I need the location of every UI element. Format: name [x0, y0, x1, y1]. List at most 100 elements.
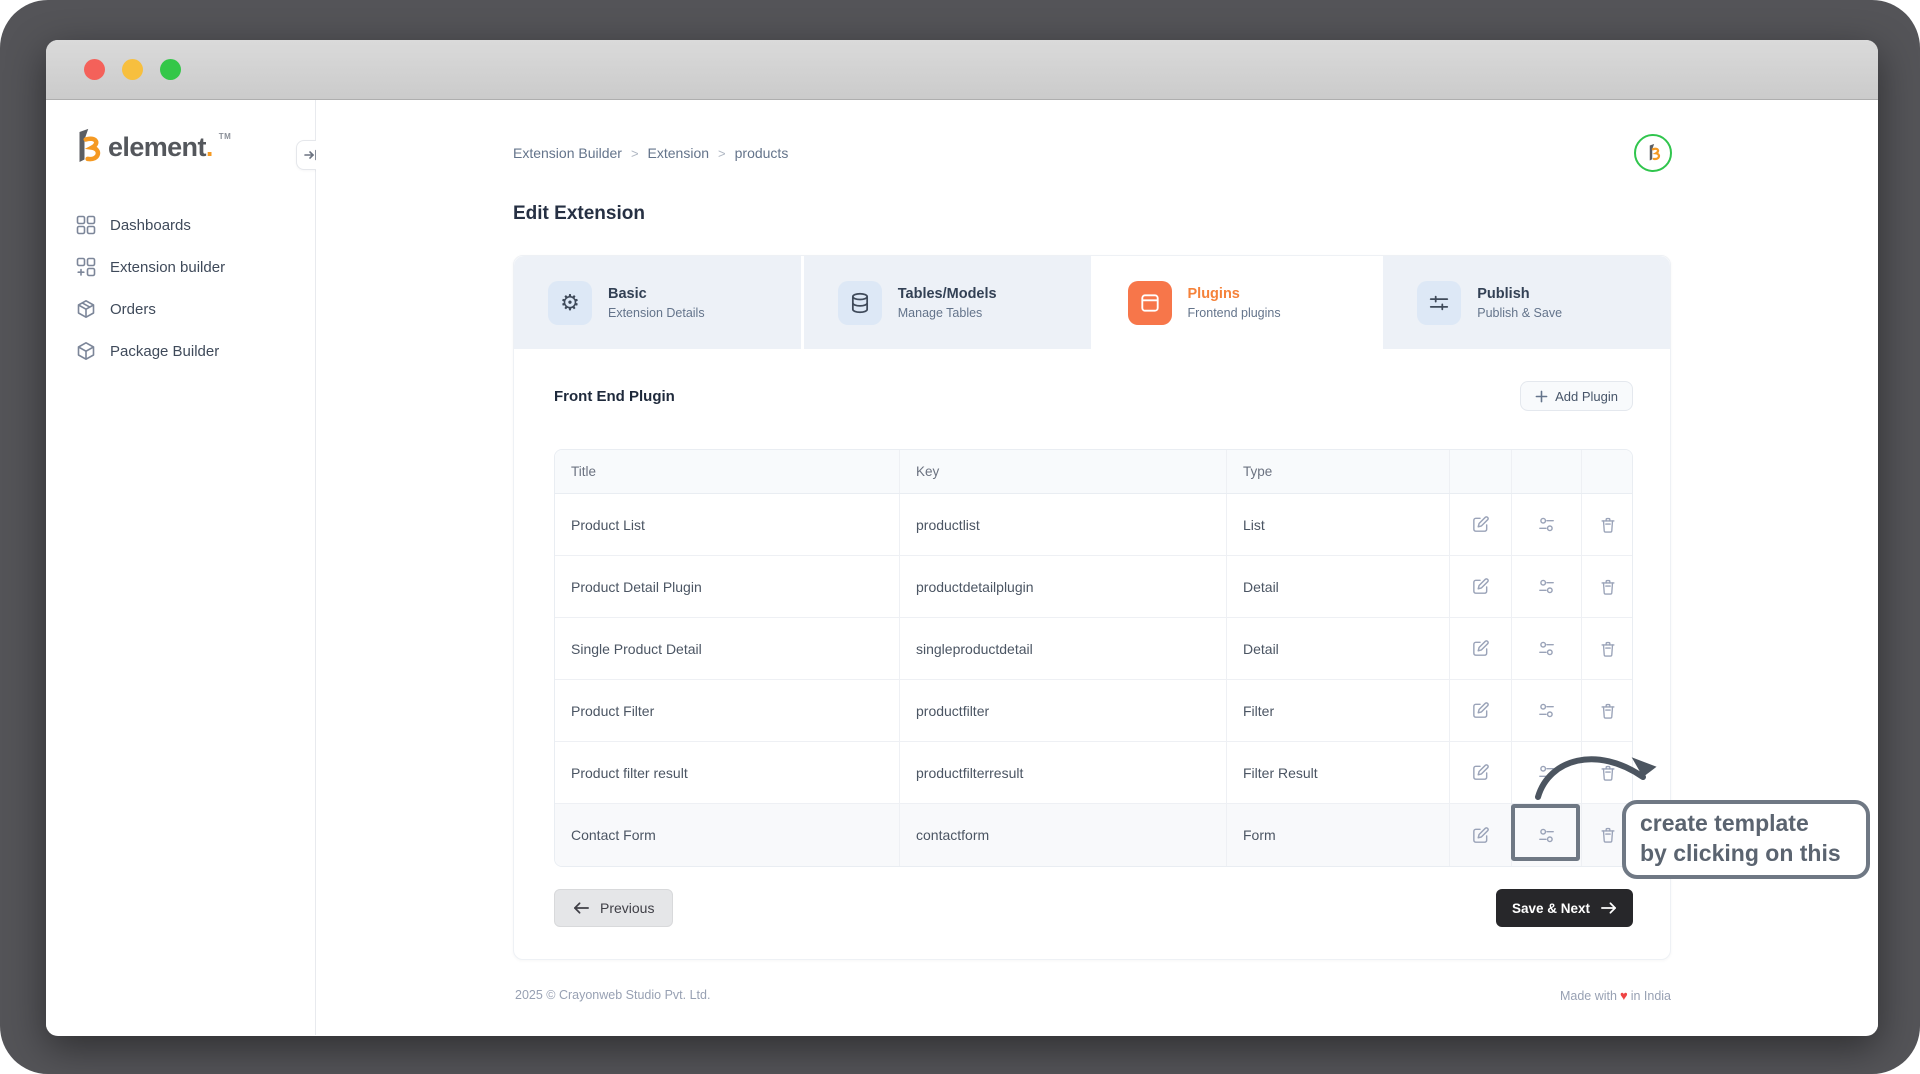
tab-subtitle: Frontend plugins	[1188, 306, 1281, 320]
database-icon	[838, 281, 882, 325]
breadcrumb-extension[interactable]: Extension	[648, 145, 709, 161]
edit-icon	[1471, 515, 1490, 534]
cell-type: List	[1226, 494, 1449, 555]
orders-box-icon	[76, 299, 96, 319]
add-plugin-label: Add Plugin	[1555, 389, 1618, 404]
create-template-button[interactable]	[1511, 618, 1581, 679]
sidebar-item-label: Package Builder	[110, 343, 219, 360]
create-template-button[interactable]	[1511, 742, 1581, 803]
user-avatar[interactable]	[1634, 134, 1672, 172]
tab-subtitle: Publish & Save	[1477, 306, 1562, 320]
edit-icon	[1471, 639, 1490, 658]
browser-window-icon	[1128, 281, 1172, 325]
front-end-plugin-heading: Front End Plugin	[554, 388, 675, 405]
settings-sliders-icon	[1537, 577, 1556, 596]
sidebar: element. TM Dashboards	[46, 100, 316, 1035]
column-header-actions	[1581, 450, 1633, 493]
close-window-button[interactable]	[84, 59, 105, 80]
heart-icon: ♥	[1617, 988, 1631, 1003]
table-row: Product List productlist List	[555, 494, 1632, 556]
add-plugin-button[interactable]: Add Plugin	[1520, 381, 1633, 411]
tab-subtitle: Extension Details	[608, 306, 705, 320]
edit-icon	[1471, 763, 1490, 782]
cell-key: contactform	[899, 804, 1226, 866]
edit-plugin-button[interactable]	[1449, 680, 1511, 741]
sliders-icon	[1417, 281, 1461, 325]
arrow-right-icon	[1600, 901, 1617, 915]
tab-basic[interactable]: ⚙ Basic Extension Details	[514, 256, 801, 349]
minimize-window-button[interactable]	[122, 59, 143, 80]
save-next-label: Save & Next	[1512, 901, 1590, 916]
create-template-button-highlighted[interactable]	[1511, 804, 1581, 866]
edit-plugin-button[interactable]	[1449, 804, 1511, 866]
dashboard-grid-icon	[76, 215, 96, 235]
edit-plugin-button[interactable]	[1449, 556, 1511, 617]
annotation-line2: by clicking on this	[1640, 838, 1852, 868]
page-title: Edit Extension	[513, 203, 645, 225]
breadcrumb-products[interactable]: products	[735, 145, 789, 161]
previous-button[interactable]: Previous	[554, 889, 673, 927]
delete-plugin-button[interactable]	[1581, 556, 1633, 617]
cell-type: Form	[1226, 804, 1449, 866]
trash-icon	[1599, 702, 1617, 720]
cell-key: productfilterresult	[899, 742, 1226, 803]
app-window: element. TM Dashboards	[46, 40, 1878, 1036]
tab-tables-models[interactable]: Tables/Models Manage Tables	[804, 256, 1091, 349]
breadcrumb: Extension Builder > Extension > products	[513, 145, 788, 161]
cell-key: productfilter	[899, 680, 1226, 741]
gear-icon: ⚙	[548, 281, 592, 325]
tab-title: Basic	[608, 285, 705, 304]
sidebar-item-extension-builder[interactable]: Extension builder	[46, 246, 315, 288]
annotation-callout: create template by clicking on this	[1622, 800, 1870, 879]
step-tabs: ⚙ Basic Extension Details	[514, 256, 1670, 349]
column-header-type: Type	[1226, 450, 1449, 493]
arrow-left-icon	[573, 901, 590, 915]
cell-title: Product Detail Plugin	[555, 556, 899, 617]
avatar-brand-icon	[1646, 143, 1661, 163]
cell-title: Product Filter	[555, 680, 899, 741]
sidebar-item-label: Dashboards	[110, 217, 191, 234]
edit-plugin-button[interactable]	[1449, 618, 1511, 679]
trash-icon	[1599, 764, 1617, 782]
main-area: Extension Builder > Extension > products…	[316, 100, 1878, 1035]
cell-type: Detail	[1226, 618, 1449, 679]
sidebar-item-package-builder[interactable]: Package Builder	[46, 330, 315, 372]
delete-plugin-button[interactable]	[1581, 742, 1633, 803]
breadcrumb-separator: >	[718, 146, 726, 161]
tab-publish[interactable]: Publish Publish & Save	[1383, 256, 1670, 349]
sidebar-item-orders[interactable]: Orders	[46, 288, 315, 330]
trash-icon	[1599, 578, 1617, 596]
settings-sliders-icon	[1537, 701, 1556, 720]
cell-title: Product filter result	[555, 742, 899, 803]
create-template-button[interactable]	[1511, 556, 1581, 617]
edit-extension-card: ⚙ Basic Extension Details	[513, 255, 1671, 960]
create-template-button[interactable]	[1511, 680, 1581, 741]
table-row: Product Filter productfilter Filter	[555, 680, 1632, 742]
trash-icon	[1599, 640, 1617, 658]
settings-sliders-icon	[1537, 639, 1556, 658]
sidebar-item-label: Orders	[110, 301, 156, 318]
zoom-window-button[interactable]	[160, 59, 181, 80]
plus-icon	[1535, 390, 1548, 403]
cell-key: singleproductdetail	[899, 618, 1226, 679]
delete-plugin-button[interactable]	[1581, 494, 1633, 555]
edit-icon	[1471, 826, 1490, 845]
table-row: Product filter result productfilterresul…	[555, 742, 1632, 804]
edit-plugin-button[interactable]	[1449, 742, 1511, 803]
breadcrumb-extension-builder[interactable]: Extension Builder	[513, 145, 622, 161]
edit-plugin-button[interactable]	[1449, 494, 1511, 555]
brand-logo[interactable]: element. TM	[72, 128, 231, 166]
sidebar-item-dashboards[interactable]: Dashboards	[46, 204, 315, 246]
annotation-line1: create template	[1640, 808, 1852, 838]
desktop-background: element. TM Dashboards	[0, 0, 1920, 1074]
edit-icon	[1471, 701, 1490, 720]
cell-type: Filter	[1226, 680, 1449, 741]
create-template-button[interactable]	[1511, 494, 1581, 555]
delete-plugin-button[interactable]	[1581, 618, 1633, 679]
tab-plugins[interactable]: Plugins Frontend plugins	[1094, 256, 1381, 349]
tab-title: Plugins	[1188, 285, 1281, 304]
delete-plugin-button[interactable]	[1581, 680, 1633, 741]
save-next-button[interactable]: Save & Next	[1496, 889, 1633, 927]
footer-made-with: Made with♥in India	[1560, 988, 1671, 1003]
settings-sliders-icon	[1537, 763, 1556, 782]
